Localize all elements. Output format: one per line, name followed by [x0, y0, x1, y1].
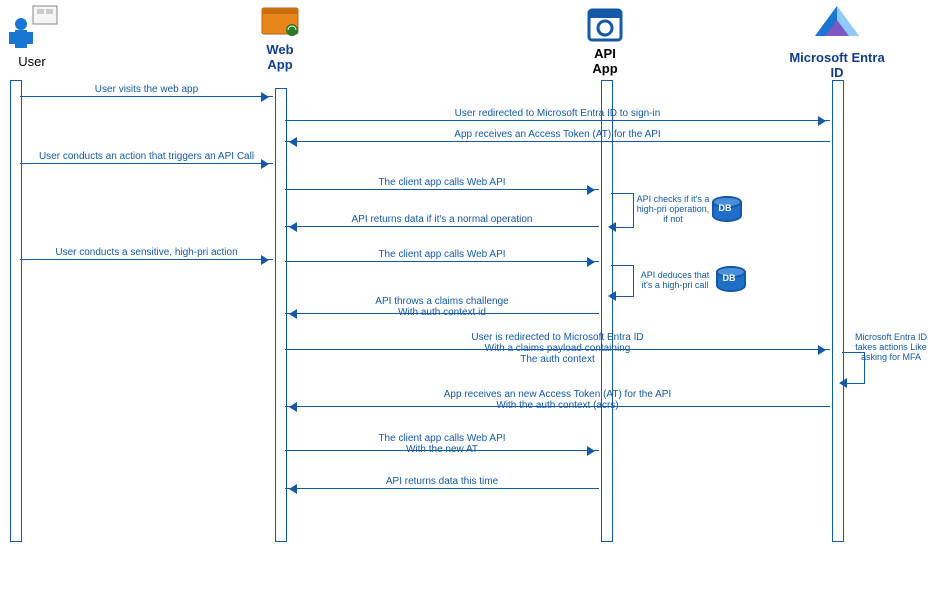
user-icon [5, 2, 59, 52]
lifeline-entra [832, 80, 844, 542]
arrow [285, 189, 599, 190]
arrow [285, 226, 599, 227]
msg-label: User visits the web app [20, 84, 273, 95]
arrow [285, 261, 599, 262]
actor-label: User [2, 54, 62, 69]
lifeline-api [601, 80, 613, 542]
self-note: API checks if it's a high-pri operation,… [636, 194, 710, 224]
api-icon [585, 8, 625, 44]
msg-label: User conducts a sensitive, high-pri acti… [20, 247, 273, 258]
entra-icon [809, 2, 865, 48]
arrow [20, 259, 273, 260]
msg-label: API throws a claims challenge With auth … [285, 296, 599, 318]
actor-user: User [2, 2, 62, 69]
arrow [20, 163, 273, 164]
db-label: DB [712, 203, 738, 213]
actor-label: Microsoft Entra ID [782, 50, 892, 80]
arrow [285, 141, 830, 142]
lifeline-user [10, 80, 22, 542]
db-label: DB [716, 273, 742, 283]
sequence-diagram: User Web App API App Microsoft Entra ID [0, 0, 936, 592]
msg-label: The client app calls Web API With the ne… [285, 433, 599, 455]
actor-label: Web App [250, 42, 310, 72]
self-note: API deduces that it's a high-pri call [636, 270, 714, 290]
msg-label: User conducts an action that triggers an… [20, 151, 273, 162]
actor-entra: Microsoft Entra ID [782, 2, 892, 80]
side-note: Microsoft Entra ID takes actions Like as… [852, 332, 930, 362]
self-arrow [611, 265, 634, 297]
msg-label: App receives an Access Token (AT) for th… [285, 129, 830, 140]
msg-label: User is redirected to Microsoft Entra ID… [285, 332, 830, 365]
arrow [285, 488, 599, 489]
actor-web-app: Web App [250, 2, 310, 72]
msg-label: User redirected to Microsoft Entra ID to… [285, 108, 830, 119]
msg-label: The client app calls Web API [285, 177, 599, 188]
actor-label: API App [580, 46, 630, 76]
arrow [20, 96, 273, 97]
server-icon [256, 2, 304, 40]
self-arrow [611, 193, 634, 228]
msg-label: The client app calls Web API [285, 249, 599, 260]
msg-label: API returns data this time [285, 476, 599, 487]
arrow [285, 120, 830, 121]
actor-api-app: API App [580, 8, 630, 76]
msg-label: App receives an new Access Token (AT) fo… [285, 389, 830, 411]
msg-label: API returns data if it's a normal operat… [285, 214, 599, 225]
